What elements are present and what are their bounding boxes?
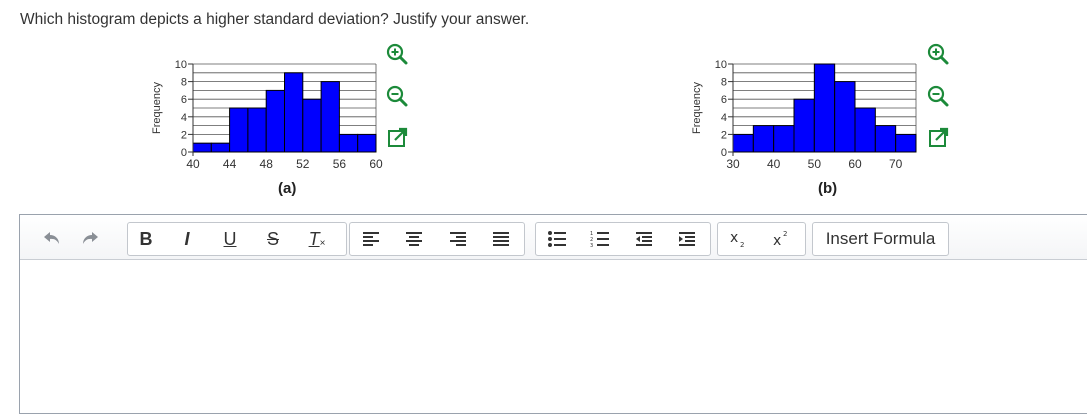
y-tick-label: 4 <box>721 112 727 124</box>
italic-button[interactable]: I <box>172 223 202 255</box>
x-tick-label: 40 <box>186 157 200 171</box>
histogram-bar <box>284 72 304 153</box>
subscript-icon[interactable]: x2 <box>722 223 758 255</box>
svg-text:x: x <box>773 233 781 249</box>
histogram-bar <box>302 98 322 153</box>
histogram-bar <box>338 133 359 153</box>
x-tick-label: 30 <box>726 157 740 171</box>
histogram-bar <box>854 107 876 153</box>
history-group <box>35 222 115 256</box>
y-tick-label: 8 <box>181 77 187 89</box>
x-tick-label: 60 <box>848 157 862 171</box>
y-tick-label: 2 <box>721 129 727 141</box>
editor-toolbar: B I U S T × 1 2 3 x 2 x 2 Insert Formula <box>20 215 1087 260</box>
answer-editor: B I U S T × 1 2 3 x 2 x 2 Insert Formula <box>19 214 1087 414</box>
x-tick-label: 56 <box>333 157 347 171</box>
svg-text:2: 2 <box>783 230 787 238</box>
histogram-bar <box>192 142 212 153</box>
align-center-icon[interactable] <box>399 223 429 255</box>
histogram-bar <box>265 89 285 153</box>
x-tick-label: 44 <box>223 157 237 171</box>
histogram-bar <box>210 142 231 153</box>
svg-text:2: 2 <box>740 241 744 249</box>
format-group: B I U S T × <box>127 222 347 256</box>
align-left-icon[interactable] <box>356 223 386 255</box>
y-tick-label: 4 <box>181 112 187 124</box>
bold-button[interactable]: B <box>131 223 161 255</box>
insert-formula-group: Insert Formula <box>812 222 949 256</box>
y-tick-label: 8 <box>721 77 727 89</box>
x-tick-label: 60 <box>369 157 383 171</box>
histogram-bar <box>247 107 267 153</box>
histogram-bar <box>732 133 754 153</box>
histogram-bar <box>874 125 897 153</box>
indent-icon[interactable] <box>672 223 702 255</box>
x-tick-label: 40 <box>767 157 781 171</box>
histogram-bar <box>793 98 815 153</box>
numbered-list-icon[interactable]: 123 <box>585 223 615 255</box>
histogram-bar <box>320 81 340 153</box>
clear-format-label: T <box>308 228 320 249</box>
strikethrough-button[interactable]: S <box>258 223 288 255</box>
caption-b: (b) <box>818 180 838 197</box>
script-group: x2 x2 <box>717 222 806 256</box>
y-tick-label: 10 <box>715 59 727 71</box>
histogram-bar <box>229 107 249 153</box>
expand-icon[interactable] <box>927 126 951 150</box>
expand-icon[interactable] <box>386 126 410 150</box>
zoom-in-icon[interactable] <box>385 42 409 66</box>
x-tick-label: 50 <box>808 157 822 171</box>
align-group <box>349 222 525 256</box>
zoom-out-icon[interactable] <box>385 84 409 108</box>
list-group: 123 <box>535 222 711 256</box>
insert-formula-label: Insert Formula <box>825 229 936 248</box>
svg-text:x: x <box>730 230 738 246</box>
y-axis-label: Frequency <box>151 82 163 134</box>
y-tick-label: 6 <box>181 94 187 106</box>
y-tick-label: 2 <box>181 129 187 141</box>
y-axis-label: Frequency <box>691 82 703 134</box>
undo-icon[interactable] <box>37 222 67 254</box>
histogram-bar <box>813 63 836 153</box>
bullet-list-icon[interactable] <box>542 223 572 255</box>
histogram-bar <box>752 125 775 153</box>
y-tick-label: 6 <box>721 94 727 106</box>
outdent-icon[interactable] <box>629 223 659 255</box>
y-tick-label: 10 <box>175 59 187 71</box>
x-tick-label: 70 <box>889 157 903 171</box>
question-text: Which histogram depicts a higher standar… <box>20 11 530 28</box>
histogram-bar <box>773 125 795 153</box>
zoom-in-icon[interactable] <box>926 42 950 66</box>
svg-text:3: 3 <box>590 243 593 248</box>
insert-formula-button[interactable]: Insert Formula <box>813 223 948 255</box>
zoom-out-icon[interactable] <box>926 84 950 108</box>
histogram-bar <box>895 133 917 153</box>
x-tick-label: 52 <box>296 157 310 171</box>
align-right-icon[interactable] <box>443 223 473 255</box>
align-justify-icon[interactable] <box>486 223 516 255</box>
clear-format-x-icon: × <box>319 237 326 249</box>
histogram-bar <box>357 133 377 153</box>
x-tick-label: 48 <box>260 157 274 171</box>
answer-text-area[interactable] <box>20 260 1087 413</box>
histogram-a: 024681040 44 48 52 56 60Frequency <box>151 59 383 171</box>
redo-icon[interactable] <box>75 222 105 254</box>
histogram-bar <box>834 81 856 153</box>
histogram-b: 024681030 40 50 60 70Frequency <box>691 59 917 171</box>
superscript-icon[interactable]: x2 <box>765 223 801 255</box>
caption-a: (a) <box>278 180 297 197</box>
underline-button[interactable]: U <box>215 223 245 255</box>
clear-format-button[interactable]: T × <box>302 223 332 255</box>
